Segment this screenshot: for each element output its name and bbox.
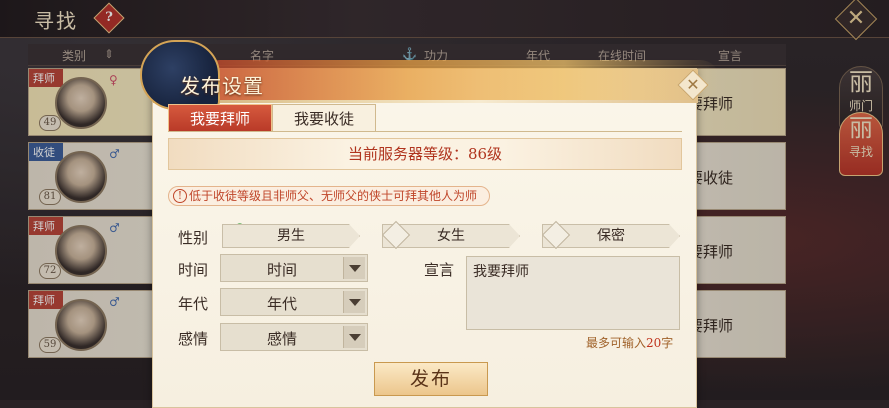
server-level-banner: 当前服务器等级：86级 <box>168 138 682 170</box>
chevron-down-icon[interactable] <box>343 257 365 279</box>
emotion-select-value: 感情 <box>266 330 297 348</box>
era-select[interactable]: 年代 <box>220 288 368 316</box>
dragon-swirl-decoration <box>200 60 720 100</box>
gender-option-male[interactable]: 男生 <box>222 224 360 248</box>
dialog-title: 发布设置 <box>180 74 264 98</box>
char-limit-hint: 最多可输入20字 <box>586 336 674 350</box>
divider <box>168 131 682 132</box>
chevron-down-icon[interactable] <box>343 291 365 313</box>
chevron-down-icon[interactable] <box>343 326 365 348</box>
time-select[interactable]: 时间 <box>220 254 368 282</box>
notice-badge: ! 低于收徒等级且非师父、无师父的侠士可拜其他人为师 <box>168 186 491 206</box>
tab-seek-master[interactable]: 我要拜师 <box>168 104 272 132</box>
emotion-label: 感情 <box>178 330 209 348</box>
time-select-value: 时间 <box>266 261 297 279</box>
declaration-input[interactable]: 我要拜师 <box>466 256 680 330</box>
gender-label: 性别 <box>178 229 209 247</box>
time-label: 时间 <box>178 261 209 279</box>
publish-button[interactable]: 发布 <box>374 362 488 396</box>
era-label: 年代 <box>178 295 209 313</box>
warning-icon: ! <box>173 189 187 203</box>
emotion-select[interactable]: 感情 <box>220 323 368 351</box>
declare-label: 宣言 <box>424 261 455 279</box>
tab-take-apprentice[interactable]: 我要收徒 <box>272 104 376 132</box>
notice-text: 低于收徒等级且非师父、无师父的侠士可拜其他人为师 <box>189 189 478 203</box>
era-select-value: 年代 <box>266 295 297 313</box>
